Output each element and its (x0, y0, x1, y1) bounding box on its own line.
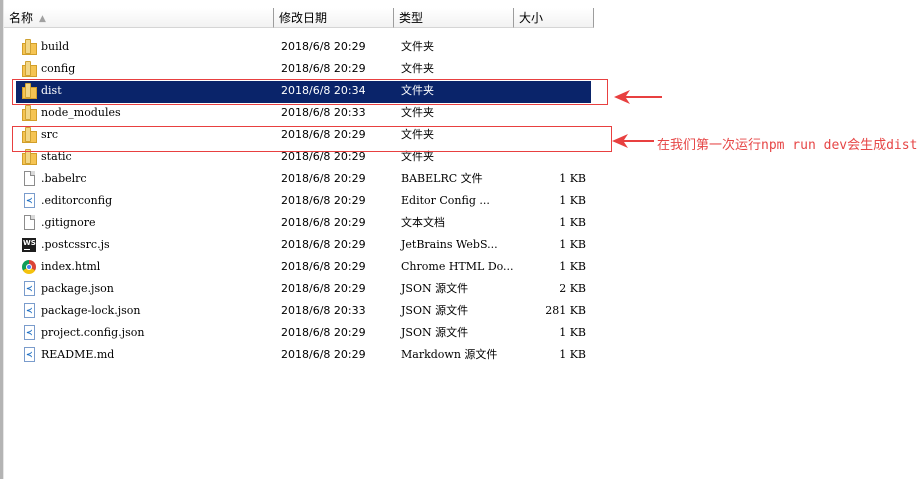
file-name: node_modules (41, 106, 121, 119)
file-type: JetBrains WebS... (401, 238, 498, 251)
file-row[interactable]: .gitignore 2018/6/8 20:29 文本文档 1 KB (0, 212, 620, 234)
file-size: 281 KB (545, 304, 586, 317)
file-type: 文件夹 (401, 40, 434, 53)
chrome-icon (22, 259, 37, 275)
file-name: config (41, 62, 76, 75)
file-row[interactable]: node_modules 2018/6/8 20:33 文件夹 (0, 102, 620, 124)
folder-icon (22, 105, 37, 121)
file-name: .editorconfig (41, 194, 113, 207)
file-type: Chrome HTML Do... (401, 260, 514, 273)
vscode-file-icon: ≺ (22, 303, 37, 319)
file-name: index.html (41, 260, 101, 273)
file-size: 1 KB (559, 260, 586, 273)
file-size: 2 KB (559, 282, 586, 295)
file-row[interactable]: ≺ package-lock.json 2018/6/8 20:33 JSON 源文件… (0, 300, 620, 322)
file-name: package.json (41, 282, 114, 295)
webstorm-icon: WS (22, 237, 37, 253)
file-type: Editor Config ... (401, 194, 490, 207)
file-size: 1 KB (559, 348, 586, 361)
file-date: 2018/6/8 20:29 (281, 194, 366, 207)
file-row[interactable]: ≺ .editorconfig 2018/6/8 20:29 Editor Confi… (0, 190, 620, 212)
file-size: 1 KB (559, 172, 586, 185)
file-row[interactable]: config 2018/6/8 20:29 文件夹 (0, 58, 620, 80)
file-date: 2018/6/8 20:29 (281, 260, 366, 273)
vscode-file-icon: ≺ (22, 281, 37, 297)
file-name: package-lock.json (41, 304, 141, 317)
file-type: 文本文档 (401, 216, 445, 229)
file-date: 2018/6/8 20:29 (281, 216, 366, 229)
file-name: README.md (41, 348, 115, 361)
column-header-name-label: 名称 (9, 11, 34, 25)
column-header-type-label: 类型 (399, 11, 424, 25)
column-header-date[interactable]: 修改日期 (274, 8, 394, 28)
file-row[interactable]: ≺ package.json 2018/6/8 20:29 JSON 源文件 2 KB (0, 278, 620, 300)
file-name: .postcssrc.js (41, 238, 110, 251)
file-size: 1 KB (559, 326, 586, 339)
sort-ascending-icon: ▲ (39, 14, 46, 24)
file-date: 2018/6/8 20:29 (281, 172, 366, 185)
file-date: 2018/6/8 20:29 (281, 238, 366, 251)
arrow-to-src-icon (612, 134, 654, 148)
arrow-to-dist-icon (614, 90, 662, 104)
file-date: 2018/6/8 20:29 (281, 62, 366, 75)
column-header-name[interactable]: 名称 ▲ (4, 8, 274, 28)
file-row[interactable]: .babelrc 2018/6/8 20:29 BABELRC 文件 1 KB (0, 168, 620, 190)
file-name: .gitignore (41, 216, 96, 229)
file-row[interactable]: WS .postcssrc.js 2018/6/8 20:29 JetBrains W… (0, 234, 620, 256)
column-header-type[interactable]: 类型 (394, 8, 514, 28)
file-type: Markdown 源文件 (401, 348, 498, 361)
file-row[interactable]: build 2018/6/8 20:29 文件夹 (0, 36, 620, 58)
file-date: 2018/6/8 20:29 (281, 348, 366, 361)
file-size: 1 KB (559, 238, 586, 251)
file-row[interactable]: ≺ README.md 2018/6/8 20:29 Markdown 源文件 1 KB (0, 344, 620, 366)
file-date: 2018/6/8 20:33 (281, 304, 366, 317)
vscode-file-icon: ≺ (22, 347, 37, 363)
file-date: 2018/6/8 20:33 (281, 106, 366, 119)
column-header-size-label: 大小 (519, 11, 544, 25)
file-size: 1 KB (559, 216, 586, 229)
vscode-file-icon: ≺ (22, 325, 37, 341)
file-type: 文件夹 (401, 62, 434, 75)
file-icon (22, 171, 37, 187)
vscode-file-icon: ≺ (22, 193, 37, 209)
file-type: JSON 源文件 (401, 282, 469, 295)
column-header-date-label: 修改日期 (279, 11, 328, 25)
file-name: project.config.json (41, 326, 145, 339)
file-date: 2018/6/8 20:29 (281, 40, 366, 53)
file-date: 2018/6/8 20:29 (281, 282, 366, 295)
file-type: JSON 源文件 (401, 326, 469, 339)
highlight-box-dist (12, 79, 608, 105)
column-header-bar: 名称 ▲ 修改日期 类型 大小 (4, 8, 923, 30)
folder-icon (22, 39, 37, 55)
text-file-icon (22, 215, 37, 231)
annotation-text: 在我们第一次运行npm run dev会生成dist (657, 138, 918, 153)
folder-icon (22, 61, 37, 77)
file-row[interactable]: index.html 2018/6/8 20:29 Chrome HTML Do..… (0, 256, 620, 278)
file-name: .babelrc (41, 172, 87, 185)
file-type: JSON 源文件 (401, 304, 469, 317)
file-type: 文件夹 (401, 106, 434, 119)
file-name: build (41, 40, 70, 53)
file-type: BABELRC 文件 (401, 172, 483, 185)
file-date: 2018/6/8 20:29 (281, 326, 366, 339)
file-row[interactable]: ≺ project.config.json 2018/6/8 20:29 JSON 源… (0, 322, 620, 344)
column-header-size[interactable]: 大小 (514, 8, 594, 28)
file-size: 1 KB (559, 194, 586, 207)
highlight-box-src (12, 126, 612, 152)
